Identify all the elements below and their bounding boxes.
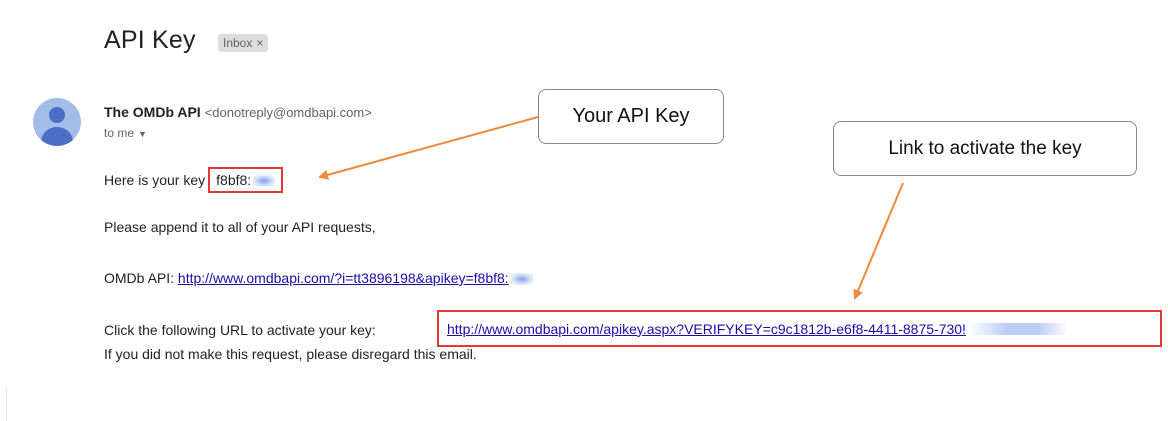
divider — [6, 386, 7, 421]
arrow-to-activation-link — [853, 182, 904, 300]
callout-activate-link: Link to activate the key — [833, 121, 1137, 176]
arrow-to-api-key — [318, 116, 539, 180]
annotation-arrows — [318, 116, 904, 300]
callout-your-api-key: Your API Key — [538, 89, 724, 144]
